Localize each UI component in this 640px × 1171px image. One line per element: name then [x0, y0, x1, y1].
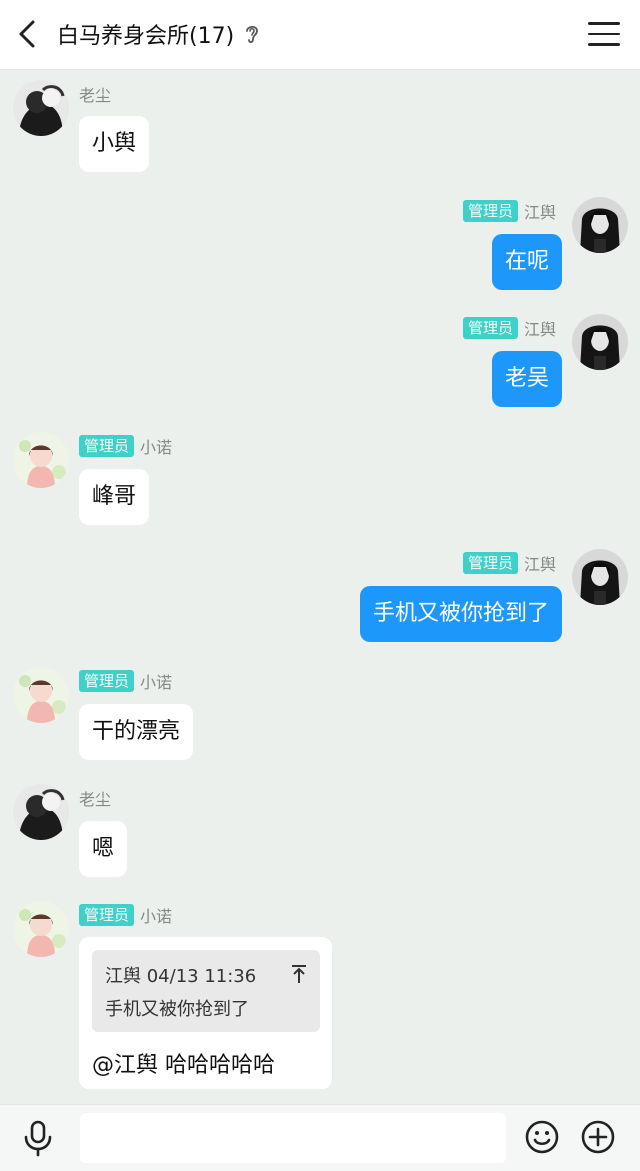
avatar-xiaonuo[interactable]	[13, 667, 69, 723]
admin-badge: 管理员	[79, 670, 135, 692]
ear-icon	[246, 25, 259, 44]
sender-name: 小诺	[140, 673, 173, 692]
admin-badge: 管理员	[462, 552, 518, 574]
admin-badge: 管理员	[79, 904, 135, 926]
menu-line	[588, 43, 620, 46]
reply-text: @江舆 哈哈哈哈哈	[92, 1053, 275, 1078]
message-bubble[interactable]: 老吴	[491, 351, 562, 407]
avatar-xiaonuo[interactable]	[13, 432, 69, 488]
pin-top-icon[interactable]	[290, 964, 308, 984]
reply-message-bubble[interactable]: 江舆 04/13 11:36 手机又被你抢到了 @江舆 哈哈哈哈哈	[79, 937, 332, 1089]
input-bar	[0, 1104, 640, 1171]
sender-meta: 管理员 江舆	[462, 316, 556, 340]
back-button[interactable]	[10, 12, 46, 56]
sender-name: 小诺	[140, 907, 173, 926]
sender-meta: 管理员 小诺	[79, 434, 172, 458]
sender-name: 老尘	[79, 86, 112, 105]
group-name: 白马养身会所(17)	[57, 24, 235, 49]
menu-line	[588, 32, 620, 36]
message-bubble[interactable]: 小舆	[79, 116, 150, 172]
sender-name: 江舆	[523, 555, 556, 574]
chat-header: 白马养身会所(17)	[0, 0, 640, 70]
sender-meta: 老尘	[79, 786, 111, 810]
quote-header: 江舆 04/13 11:36	[105, 966, 257, 987]
message-list[interactable]: 老尘 小舆 管理员 江舆 在呢 管理员 江舆 老吴 管理员 小诺 峰哥 管理员 …	[0, 70, 640, 1104]
page-title: 白马养身会所(17)	[57, 18, 260, 50]
sender-meta: 管理员 小诺	[79, 903, 172, 927]
chevron-left-icon	[19, 20, 35, 48]
smiley-icon[interactable]	[524, 1119, 560, 1155]
menu-button[interactable]	[588, 18, 620, 50]
admin-badge: 管理员	[79, 435, 135, 457]
sender-name: 江舆	[523, 203, 556, 222]
message-input[interactable]	[80, 1113, 506, 1163]
avatar-jiangyu[interactable]	[572, 197, 628, 253]
quote-text: 手机又被你抢到了	[105, 999, 249, 1020]
message-bubble[interactable]: 峰哥	[79, 469, 150, 525]
sender-meta: 管理员 小诺	[79, 669, 172, 693]
message-bubble[interactable]: 在呢	[491, 234, 562, 290]
sender-name: 老尘	[79, 790, 112, 809]
plus-circle-icon[interactable]	[580, 1119, 616, 1155]
sender-name: 江舆	[523, 320, 556, 339]
avatar-laochen[interactable]	[13, 80, 69, 136]
sender-meta: 老尘	[79, 82, 111, 106]
admin-badge: 管理员	[462, 317, 518, 339]
sender-meta: 管理员 江舆	[462, 551, 556, 575]
quoted-message[interactable]: 江舆 04/13 11:36 手机又被你抢到了	[92, 950, 320, 1032]
admin-badge: 管理员	[462, 200, 518, 222]
sender-name: 小诺	[140, 438, 173, 457]
avatar-xiaonuo[interactable]	[13, 901, 69, 957]
message-bubble[interactable]: 嗯	[79, 821, 128, 877]
avatar-jiangyu[interactable]	[572, 314, 628, 370]
microphone-icon[interactable]	[20, 1119, 56, 1157]
menu-line	[588, 22, 620, 25]
avatar-jiangyu[interactable]	[572, 549, 628, 605]
message-bubble[interactable]: 手机又被你抢到了	[359, 586, 562, 642]
message-bubble[interactable]: 干的漂亮	[79, 704, 194, 760]
sender-meta: 管理员 江舆	[462, 199, 556, 223]
avatar-laochen[interactable]	[13, 784, 69, 840]
